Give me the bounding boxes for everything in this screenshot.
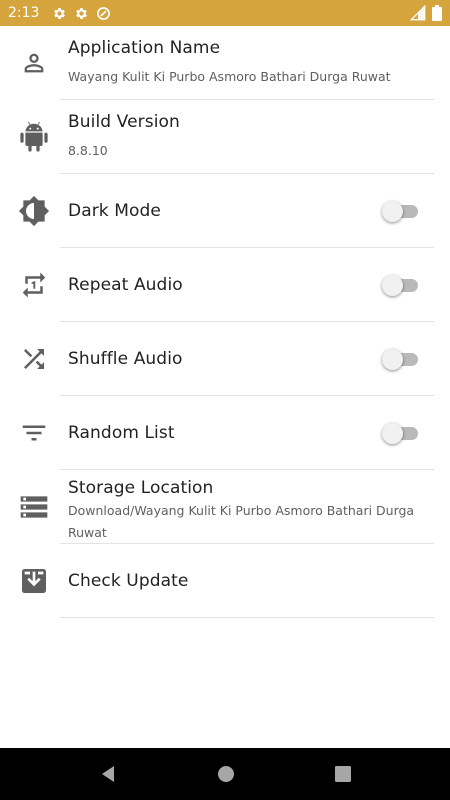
setting-shuffle-audio[interactable]: Shuffle Audio (0, 322, 450, 396)
setting-title: Dark Mode (68, 201, 161, 221)
shuffle-icon (0, 322, 60, 396)
setting-title: Storage Location (68, 478, 214, 498)
random-list-toggle[interactable] (382, 421, 422, 445)
gear-icon (74, 6, 89, 21)
gear-icon (52, 6, 67, 21)
setting-random-list[interactable]: Random List (0, 396, 450, 470)
download-box-icon (0, 544, 60, 618)
brightness-icon (0, 174, 60, 248)
setting-title: Build Version (68, 112, 180, 132)
android-icon (0, 100, 60, 174)
setting-title: Shuffle Audio (68, 349, 183, 369)
recents-icon[interactable] (335, 766, 351, 782)
home-icon[interactable] (217, 765, 235, 783)
setting-build-version[interactable]: Build Version 8.8.10 (0, 100, 450, 174)
setting-title: Random List (68, 423, 175, 443)
setting-title: Repeat Audio (68, 275, 183, 295)
cell-signal-icon (410, 5, 426, 21)
person-icon (0, 26, 60, 100)
setting-title: Application Name (68, 38, 221, 58)
setting-storage-location[interactable]: Storage Location Download/Wayang Kulit K… (0, 470, 450, 544)
setting-subtitle: Wayang Kulit Ki Purbo Asmoro Bathari Dur… (68, 69, 391, 84)
storage-icon (0, 470, 60, 544)
setting-application-name[interactable]: Application Name Wayang Kulit Ki Purbo A… (0, 26, 450, 100)
status-time: 2:13 (8, 5, 40, 21)
status-bar: 2:13 (0, 0, 450, 26)
settings-list: Application Name Wayang Kulit Ki Purbo A… (0, 26, 450, 618)
setting-title: Check Update (68, 571, 189, 591)
repeat-one-icon (0, 248, 60, 322)
do-not-disturb-icon (96, 6, 111, 21)
repeat-audio-toggle[interactable] (382, 273, 422, 297)
setting-subtitle: 8.8.10 (68, 143, 108, 158)
setting-dark-mode[interactable]: Dark Mode (0, 174, 450, 248)
toggle-thumb (382, 349, 403, 370)
dark-mode-toggle[interactable] (382, 199, 422, 223)
setting-repeat-audio[interactable]: Repeat Audio (0, 248, 450, 322)
filter-list-icon (0, 396, 60, 470)
setting-check-update[interactable]: Check Update (0, 544, 450, 618)
toggle-thumb (382, 201, 403, 222)
setting-subtitle: Download/Wayang Kulit Ki Purbo Asmoro Ba… (68, 503, 415, 540)
shuffle-audio-toggle[interactable] (382, 347, 422, 371)
toggle-thumb (382, 275, 403, 296)
navigation-bar (0, 748, 450, 800)
toggle-thumb (382, 423, 403, 444)
battery-icon (432, 5, 442, 21)
back-icon[interactable] (99, 765, 117, 783)
